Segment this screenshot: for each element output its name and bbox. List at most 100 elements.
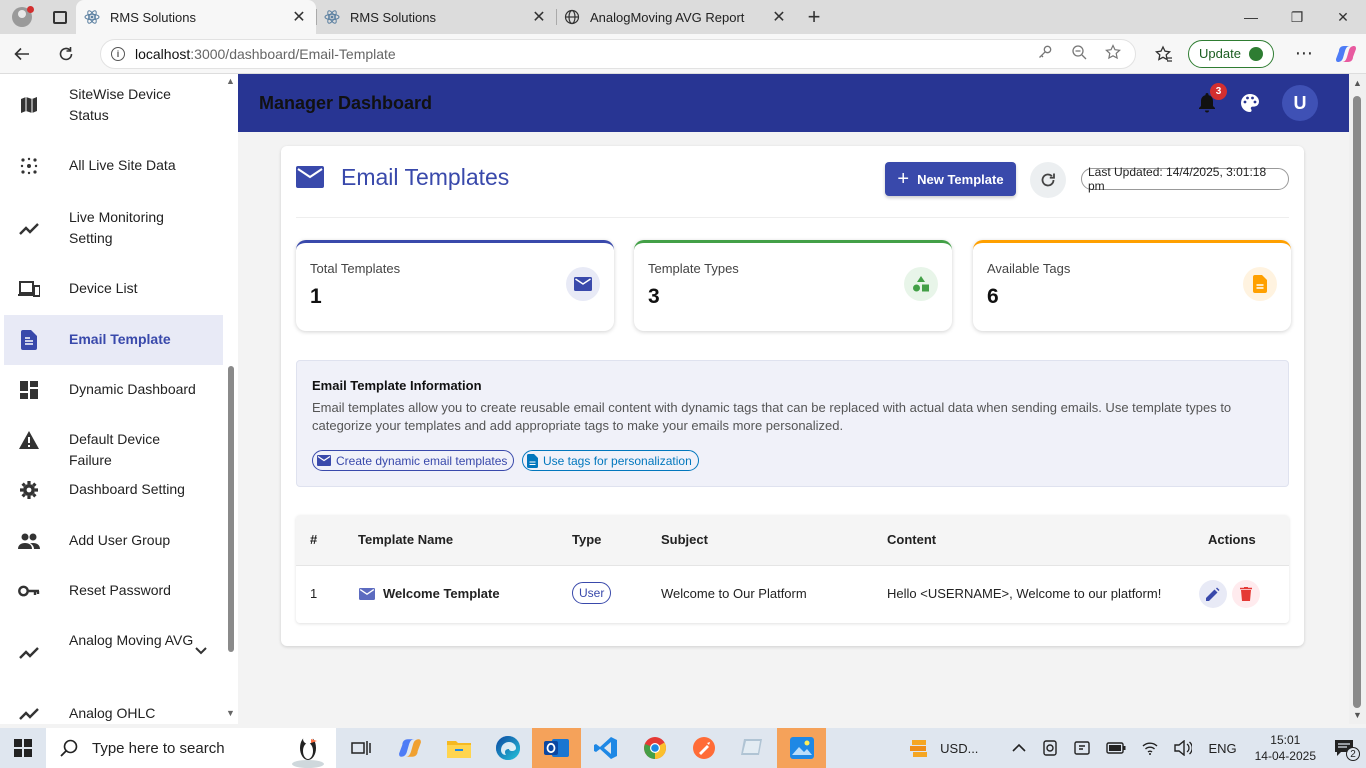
key-icon[interactable] [1037,44,1053,64]
close-window-icon[interactable]: ✕ [1320,0,1366,34]
sidebar-item-label: Analog Moving AVG [69,632,194,648]
sidebar-item-sitewise-device-status[interactable]: SiteWise Device Status [4,74,223,136]
close-tab-icon[interactable]: ✕ [290,7,308,27]
sidebar-item-default-device-failure[interactable]: Default Device Failure [4,417,223,468]
outlook-app-icon[interactable] [532,728,581,768]
zoom-out-icon[interactable] [1071,44,1087,64]
sidebar-item-all-live-site-data[interactable]: All Live Site Data [4,142,223,190]
page-scroll-thumb[interactable] [1353,96,1361,708]
user-avatar[interactable]: U [1282,85,1318,121]
file-explorer-icon[interactable] [434,728,483,768]
scroll-up-icon[interactable]: ▲ [226,76,235,86]
sidebar-item-device-list[interactable]: Device List [4,266,223,312]
meet-now-icon[interactable] [1066,740,1098,756]
device-tray-icon[interactable] [1034,740,1066,756]
taskbar-search[interactable]: Type here to search [46,728,336,768]
browser-tab-1[interactable]: RMS Solutions ✕ [76,0,316,34]
table-row[interactable]: 1 Welcome Template User Welcome to Our P… [296,566,1289,623]
browser-tab-3[interactable]: AnalogMoving AVG Report ✕ [556,0,796,34]
reload-icon[interactable] [44,34,88,74]
tab-title: RMS Solutions [350,9,436,25]
language-indicator[interactable]: ENG [1200,741,1244,756]
taskbar-clock[interactable]: 15:01 14-04-2025 [1245,732,1326,764]
update-button[interactable]: Update [1188,39,1274,68]
palette-icon[interactable] [1240,93,1260,113]
currency-widget[interactable]: USD... [902,738,986,758]
sidebar-item-analog-ohlc[interactable]: Analog OHLC [4,692,223,724]
page-title: Email Templates [341,164,510,190]
windows-taskbar: Type here to search USD... ENG 15:01 14-… [0,728,1366,768]
copilot-icon[interactable] [1334,43,1358,65]
vscode-app-icon[interactable] [581,728,630,768]
stat-card-template-types: Template Types 3 [634,240,952,331]
new-template-button[interactable]: + New Template [885,162,1016,196]
wifi-icon[interactable] [1134,741,1166,755]
scroll-down-icon[interactable]: ▼ [1353,710,1362,720]
clock-date: 14-04-2025 [1254,749,1316,763]
key-icon [18,580,40,602]
stat-card-available-tags: Available Tags 6 [973,240,1291,331]
favorite-star-icon[interactable] [1105,43,1121,64]
scatter-icon [18,155,40,177]
close-tab-icon[interactable]: ✕ [770,7,788,27]
tab-title: RMS Solutions [110,9,196,25]
page-scrollbar[interactable]: ▲ ▼ [1349,74,1366,724]
template-content: Hello <USERNAME>, Welcome to our platfor… [887,586,1162,601]
chrome-app-icon[interactable] [630,728,679,768]
notifications-button[interactable]: 3 [1196,83,1227,114]
notification-center-icon[interactable]: 2 [1326,739,1366,761]
stat-label: Available Tags [987,261,1071,276]
refresh-icon [1041,173,1055,187]
minimize-icon[interactable]: — [1228,0,1274,34]
address-bar-row: i localhost :3000/dashboard/Email-Templa… [0,34,1366,74]
scroll-up-icon[interactable]: ▲ [1353,78,1362,88]
last-updated-chip: Last Updated: 14/4/2025, 3:01:18 pm [1081,165,1289,193]
sidebar-scroll-thumb[interactable] [228,366,234,652]
sidebar-item-label: Dynamic Dashboard [69,381,196,397]
sidebar-item-dynamic-dashboard[interactable]: Dynamic Dashboard [4,367,223,413]
sidebar-item-live-monitoring-setting[interactable]: Live Monitoring Setting [4,198,223,260]
site-info-icon[interactable]: i [101,46,135,61]
battery-icon[interactable] [1098,742,1134,754]
sidebar-item-dashboard-setting[interactable]: Dashboard Setting [4,467,223,513]
sidebar-item-analog-moving-avg[interactable]: Analog Moving AVG [4,620,223,682]
stat-label: Template Types [648,261,739,276]
chip-label: Create dynamic email templates [336,453,508,468]
url-field[interactable]: i localhost :3000/dashboard/Email-Templa… [100,38,1136,69]
copilot-app-icon[interactable] [385,728,434,768]
sidebar-item-reset-password[interactable]: Reset Password [4,568,223,614]
sidebar-item-add-user-group[interactable]: Add User Group [4,518,223,564]
refresh-button[interactable] [1030,162,1066,198]
delete-button[interactable] [1232,580,1260,608]
category-icon [904,267,938,301]
volume-icon[interactable] [1166,740,1200,756]
more-menu-icon[interactable]: ⋯ [1284,43,1324,64]
back-icon[interactable] [0,34,44,74]
app-header: Manager Dashboard 3 U [238,74,1349,132]
photos-app-icon[interactable] [777,728,826,768]
task-view-icon[interactable] [336,728,385,768]
maximize-icon[interactable]: ❐ [1274,0,1320,34]
notification-center-count: 2 [1346,747,1360,761]
sidebar-item-label: Device List [69,280,138,296]
edit-button[interactable] [1199,580,1227,608]
profile-button[interactable] [0,0,44,34]
row-number: 1 [310,586,318,601]
remote-desktop-app-icon[interactable] [728,728,777,768]
tab-actions-button[interactable] [44,0,76,34]
edge-browser-icon[interactable] [483,728,532,768]
favorites-icon[interactable] [1150,44,1178,63]
windows-start-icon[interactable] [0,728,46,768]
email-templates-card: Email Templates + New Template Last Upda… [281,146,1304,646]
sidebar-scrollbar[interactable]: ▲ ▼ [224,74,238,724]
browser-tab-2[interactable]: RMS Solutions ✕ [316,0,556,34]
scroll-down-icon[interactable]: ▼ [226,708,235,718]
sidebar-item-email-template[interactable]: Email Template [4,315,223,365]
postman-app-icon[interactable] [679,728,728,768]
trash-icon [1240,587,1252,601]
show-hidden-icons-icon[interactable] [1004,743,1034,753]
close-tab-icon[interactable]: ✕ [530,7,548,27]
new-tab-button[interactable]: + [796,0,832,34]
dashboard-icon [18,379,40,401]
chevron-down-icon[interactable] [195,644,207,658]
